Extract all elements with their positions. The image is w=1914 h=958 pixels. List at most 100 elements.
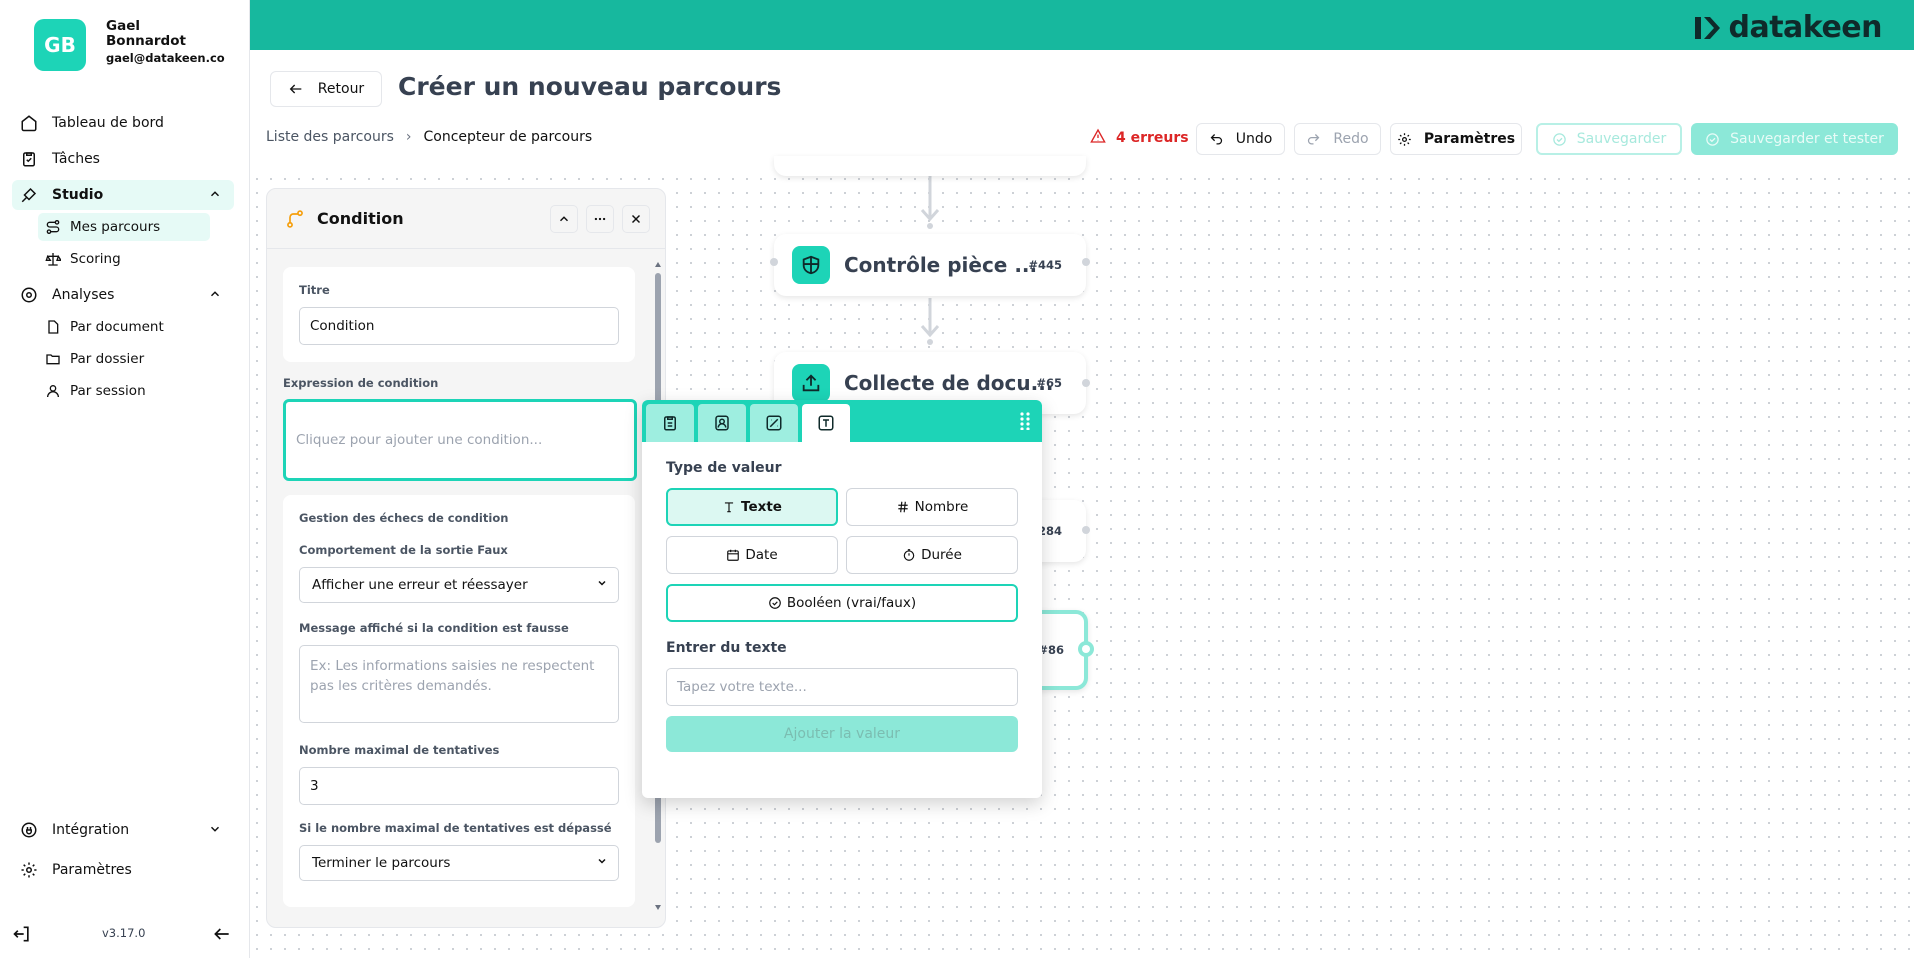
- false-behavior-value: Afficher une erreur et réessayer: [312, 577, 528, 593]
- sidebar-item-integration[interactable]: Intégration: [12, 815, 234, 845]
- calendar-icon: [726, 548, 740, 562]
- sidebar-item-label: Par dossier: [70, 351, 145, 367]
- sidebar-subitem-par-document[interactable]: Par document: [38, 313, 210, 341]
- clipboard-icon: [18, 148, 40, 170]
- plug-icon: [18, 819, 40, 841]
- failure-handling-card: Gestion des échecs de condition Comporte…: [283, 495, 635, 907]
- max-tries-input[interactable]: 3: [299, 767, 619, 805]
- value-picker-popover: Type de valeur Texte Nombre Date Durée B…: [642, 400, 1042, 798]
- sidebar-item-label: Tableau de bord: [52, 115, 164, 131]
- breadcrumb: Liste des parcours › Concepteur de parco…: [266, 129, 592, 145]
- max-tries-exceeded-label: Si le nombre maximal de tentatives est d…: [299, 821, 612, 835]
- sidebar-subitem-mes-parcours[interactable]: Mes parcours: [38, 213, 210, 241]
- max-tries-exceeded-value: Terminer le parcours: [312, 855, 451, 871]
- user-name: Gael Bonnardot: [106, 18, 186, 49]
- type-number-button[interactable]: Nombre: [846, 488, 1018, 526]
- more-options-button[interactable]: [586, 205, 614, 233]
- add-value-button[interactable]: Ajouter la valeur: [666, 716, 1018, 752]
- redo-icon: [1306, 132, 1321, 147]
- flow-node[interactable]: Contrôle pièce ... #445: [774, 234, 1086, 296]
- logout-icon[interactable]: [12, 924, 32, 948]
- node-port[interactable]: [1082, 258, 1090, 266]
- text-value-input[interactable]: Tapez votre texte...: [666, 668, 1018, 706]
- shield-icon: [792, 246, 830, 284]
- timer-icon: [902, 548, 916, 562]
- collapse-panel-button[interactable]: [550, 205, 578, 233]
- save-and-test-button[interactable]: Sauvegarder et tester: [1691, 123, 1898, 155]
- condition-expression-input[interactable]: Cliquez pour ajouter une condition...: [283, 399, 637, 481]
- panel-header: Condition: [267, 189, 665, 249]
- node-id: #86: [1038, 643, 1064, 657]
- node-port[interactable]: [770, 258, 778, 266]
- errors-indicator[interactable]: 4 erreurs: [1090, 128, 1189, 148]
- user-email: gael@datakeen.co: [106, 51, 225, 65]
- save-and-test-label: Sauvegarder et tester: [1730, 131, 1884, 147]
- node-port[interactable]: [1082, 526, 1090, 534]
- node-port[interactable]: [1082, 379, 1090, 387]
- home-icon: [18, 112, 40, 134]
- drag-handle-icon[interactable]: [1020, 412, 1030, 434]
- check-circle-icon: [768, 596, 782, 610]
- type-text-button[interactable]: Texte: [666, 488, 838, 526]
- node-port-active[interactable]: [1078, 641, 1094, 657]
- max-tries-exceeded-select[interactable]: Terminer le parcours: [299, 845, 619, 881]
- user-icon: [44, 382, 62, 400]
- max-tries-label: Nombre maximal de tentatives: [299, 743, 500, 757]
- chevron-up-icon: [559, 216, 569, 222]
- type-date-button[interactable]: Date: [666, 536, 838, 574]
- title-input[interactable]: Condition: [299, 307, 619, 345]
- sidebar-item-dashboard[interactable]: Tableau de bord: [12, 108, 234, 138]
- folder-icon: [44, 350, 62, 368]
- check-circle-icon: [1552, 132, 1567, 147]
- sidebar-item-analyses[interactable]: Analyses: [12, 280, 234, 310]
- route-icon: [44, 218, 62, 236]
- back-button[interactable]: Retour: [270, 71, 382, 107]
- datakeen-logo-icon: [1694, 16, 1720, 39]
- sidebar-item-label: Tâches: [52, 151, 100, 167]
- sidebar-item-tasks[interactable]: Tâches: [12, 144, 234, 174]
- undo-button[interactable]: Undo: [1196, 123, 1285, 155]
- tab-identity[interactable]: [698, 404, 746, 442]
- chevron-down-icon: [596, 855, 608, 871]
- save-button[interactable]: Sauvegarder: [1536, 123, 1682, 155]
- user-profile[interactable]: GB Gael Bonnardot gael@datakeen.co: [34, 19, 225, 71]
- undo-label: Undo: [1235, 131, 1273, 147]
- settings-button[interactable]: Paramètres: [1390, 123, 1522, 155]
- tab-document[interactable]: [646, 404, 694, 442]
- tab-text-value[interactable]: [802, 404, 850, 442]
- undo-icon: [1209, 132, 1224, 147]
- breadcrumb-current: Concepteur de parcours: [423, 129, 593, 145]
- sidebar-item-label: Mes parcours: [70, 219, 161, 235]
- flow-node[interactable]: [774, 156, 1086, 176]
- file-icon: [44, 318, 62, 336]
- sidebar-item-settings[interactable]: Paramètres: [12, 855, 234, 885]
- sidebar-item-label: Par session: [70, 383, 146, 399]
- sidebar-item-label: Studio: [52, 187, 104, 203]
- redo-button[interactable]: Redo: [1294, 123, 1381, 155]
- false-message-textarea[interactable]: Ex: Les informations saisies ne respecte…: [299, 645, 619, 723]
- close-icon: [631, 214, 641, 224]
- false-message-label: Message affiché si la condition est faus…: [299, 621, 569, 635]
- target-icon: [18, 284, 40, 306]
- sidebar-subitem-par-session[interactable]: Par session: [38, 377, 210, 405]
- sidebar-subitem-par-dossier[interactable]: Par dossier: [38, 345, 210, 373]
- node-title: Contrôle pièce ...: [844, 253, 1038, 277]
- gear-icon: [1397, 132, 1412, 147]
- sidebar-subitem-scoring[interactable]: Scoring: [38, 245, 210, 273]
- save-label: Sauvegarder: [1576, 131, 1667, 147]
- collapse-sidebar-icon[interactable]: [212, 924, 232, 948]
- close-panel-button[interactable]: [622, 205, 650, 233]
- chevron-right-icon: ›: [405, 129, 412, 145]
- tab-image[interactable]: [750, 404, 798, 442]
- sidebar-item-studio[interactable]: Studio: [12, 180, 234, 210]
- redo-label: Redo: [1333, 131, 1369, 147]
- image-percent-icon: [766, 415, 782, 431]
- false-behavior-select[interactable]: Afficher une erreur et réessayer: [299, 567, 619, 603]
- type-boolean-button[interactable]: Booléen (vrai/faux): [666, 584, 1018, 622]
- value-type-label: Type de valeur: [666, 460, 782, 476]
- type-duration-button[interactable]: Durée: [846, 536, 1018, 574]
- breadcrumb-item[interactable]: Liste des parcours: [266, 129, 394, 145]
- condition-expression-label: Expression de condition: [283, 376, 439, 390]
- gear-icon: [18, 859, 40, 881]
- sidebar-item-label: Paramètres: [52, 862, 132, 878]
